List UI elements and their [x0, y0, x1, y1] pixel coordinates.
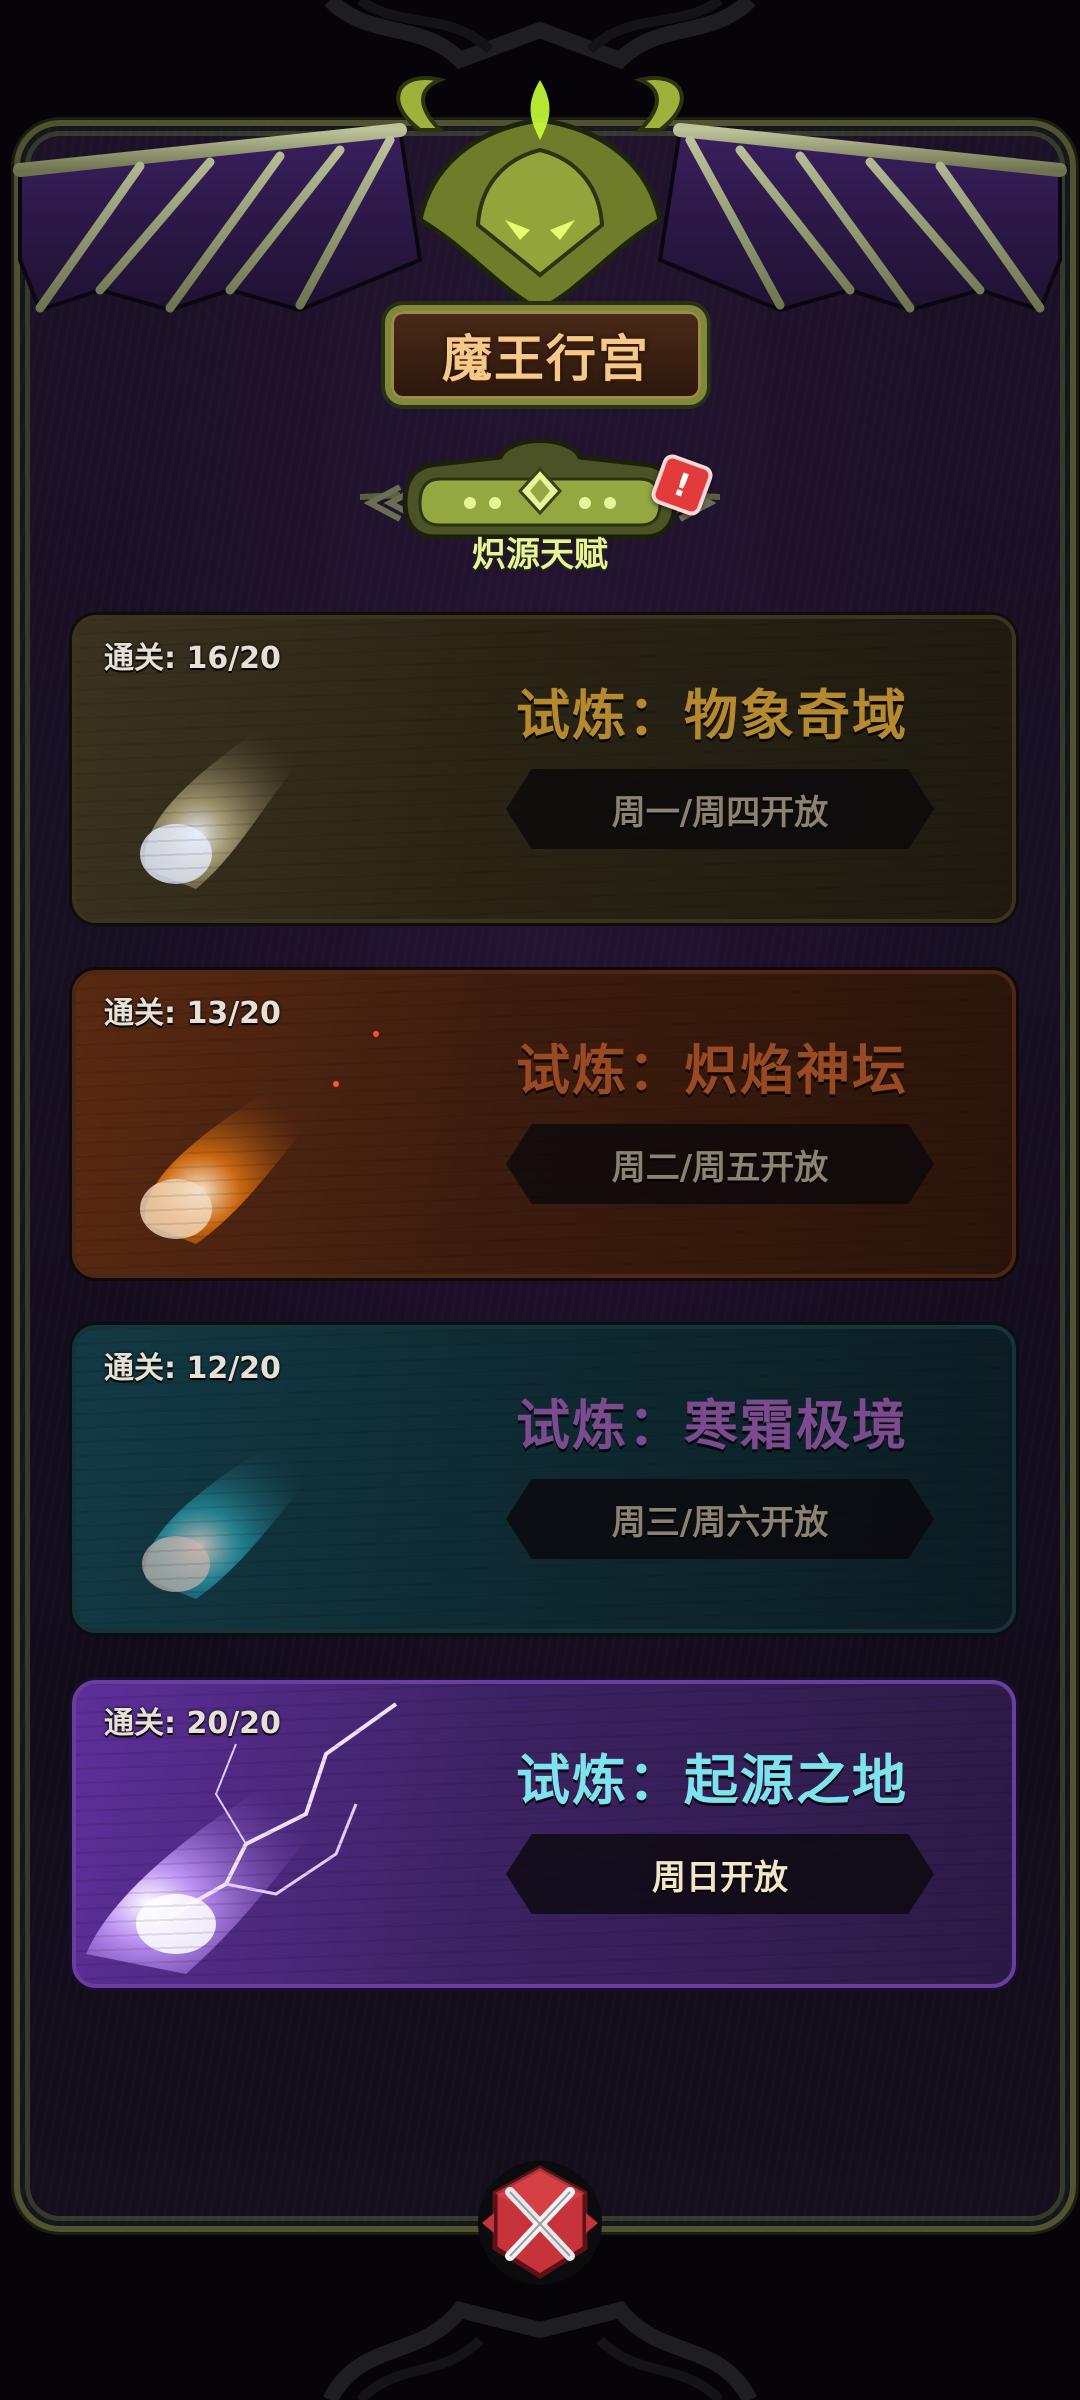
trial-name: 试炼：起源之地: [516, 1749, 908, 1812]
schedule-label: 周日开放: [506, 1834, 934, 1914]
trial-card-objects[interactable]: 通关: 16/20 试炼：物象奇域 周一/周四开放: [72, 615, 1016, 923]
page-title: 魔王行宫: [442, 330, 650, 388]
talent-button[interactable]: 炽源天赋 !: [239, 425, 841, 575]
trial-name: 试炼：寒霜极境: [516, 1394, 908, 1457]
trial-name: 试炼：物象奇域: [516, 684, 908, 747]
progress-label: 通关: 13/20: [104, 996, 281, 1031]
screen: 魔王行宫 炽源天赋 ! 通关: 16/20 试炼：物象奇域 周一/周四开放 通关…: [0, 0, 1080, 2400]
trial-name: 试炼：炽焰神坛: [516, 1039, 908, 1102]
schedule-label: 周一/周四开放: [506, 769, 934, 849]
schedule-label: 周二/周五开放: [506, 1124, 934, 1204]
trial-card-flame[interactable]: 通关: 13/20 试炼：炽焰神坛 周二/周五开放: [72, 970, 1016, 1278]
close-button[interactable]: [470, 2148, 610, 2298]
title-plaque: 魔王行宫: [385, 305, 707, 405]
progress-label: 通关: 12/20: [104, 1351, 281, 1386]
progress-label: 通关: 20/20: [104, 1706, 281, 1741]
trial-card-origin[interactable]: 通关: 20/20 试炼：起源之地 周日开放: [72, 1680, 1016, 1988]
schedule-label: 周三/周六开放: [506, 1479, 934, 1559]
progress-label: 通关: 16/20: [104, 641, 281, 676]
trial-card-frost[interactable]: 通关: 12/20 试炼：寒霜极境 周三/周六开放: [72, 1325, 1016, 1633]
crossed-swords-close-icon: [478, 2161, 602, 2285]
talent-label: 炽源天赋: [472, 535, 608, 575]
